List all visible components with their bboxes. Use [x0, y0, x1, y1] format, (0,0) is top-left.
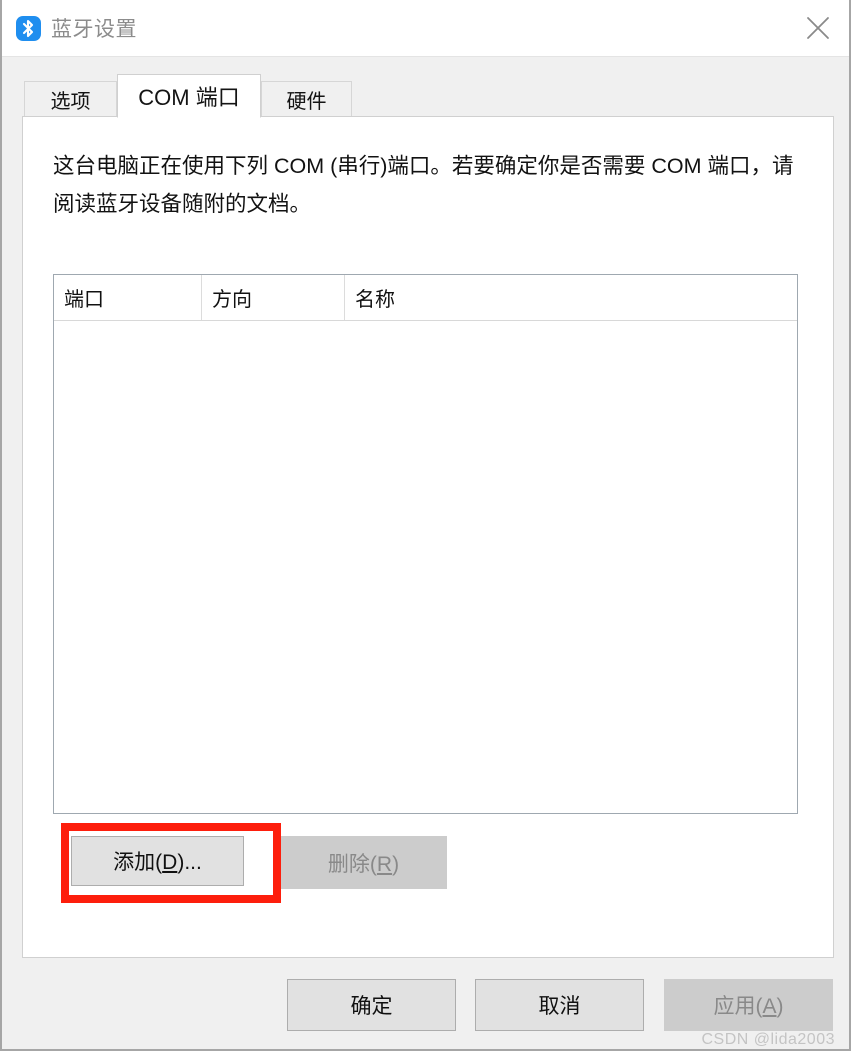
add-port-button[interactable]: 添加(D)... [71, 836, 244, 886]
tab-hardware-label: 硬件 [286, 91, 327, 113]
footer-button-row: 确定 取消 应用(A) CSDN @lida2003 [2, 975, 851, 1051]
tab-hardware[interactable]: 硬件 [261, 81, 352, 117]
cancel-button[interactable]: 取消 [475, 979, 644, 1031]
port-list-header-row: 端口 方向 名称 [54, 275, 797, 321]
tab-com-ports-label: COM 端口 [138, 85, 240, 110]
column-header-port[interactable]: 端口 [54, 275, 202, 320]
title-bar: 蓝牙设置 [2, 0, 849, 57]
com-port-list[interactable]: 端口 方向 名称 [53, 274, 798, 814]
add-port-button-label: 添加(D)... [113, 851, 202, 874]
close-icon [807, 16, 829, 39]
tab-options[interactable]: 选项 [24, 81, 117, 117]
column-header-direction-label: 方向 [212, 289, 252, 311]
cancel-button-label: 取消 [538, 995, 581, 1018]
port-list-body[interactable] [54, 321, 797, 813]
delete-port-button: 删除(R) [280, 836, 447, 889]
apply-button-label: 应用(A) [713, 995, 784, 1018]
bluetooth-icon [16, 16, 41, 41]
window-title: 蓝牙设置 [51, 18, 137, 41]
close-button[interactable] [787, 0, 849, 55]
delete-port-button-label: 删除(R) [327, 852, 400, 876]
column-header-port-label: 端口 [64, 289, 104, 311]
tab-com-ports[interactable]: COM 端口 [117, 74, 261, 118]
ok-button[interactable]: 确定 [287, 979, 456, 1031]
port-actions-row: 添加(D)... 删除(R) [53, 821, 798, 903]
column-header-name[interactable]: 名称 [345, 275, 797, 320]
tab-strip: 选项 COM 端口 硬件 [22, 74, 834, 118]
description-text: 这台电脑正在使用下列 COM (串行)端口。若要确定你是否需要 COM 端口，请… [53, 154, 794, 216]
column-header-name-label: 名称 [355, 289, 395, 311]
column-header-direction[interactable]: 方向 [202, 275, 345, 320]
watermark: CSDN @lida2003 [701, 1031, 835, 1048]
apply-button: 应用(A) [664, 979, 833, 1031]
ok-button-label: 确定 [350, 995, 393, 1018]
bluetooth-settings-dialog: 蓝牙设置 选项 COM 端口 硬件 这台电脑正在使用下列 COM (串行)端口。… [0, 0, 851, 1051]
tab-options-label: 选项 [50, 91, 91, 113]
tab-content-panel: 这台电脑正在使用下列 COM (串行)端口。若要确定你是否需要 COM 端口，请… [22, 116, 834, 958]
